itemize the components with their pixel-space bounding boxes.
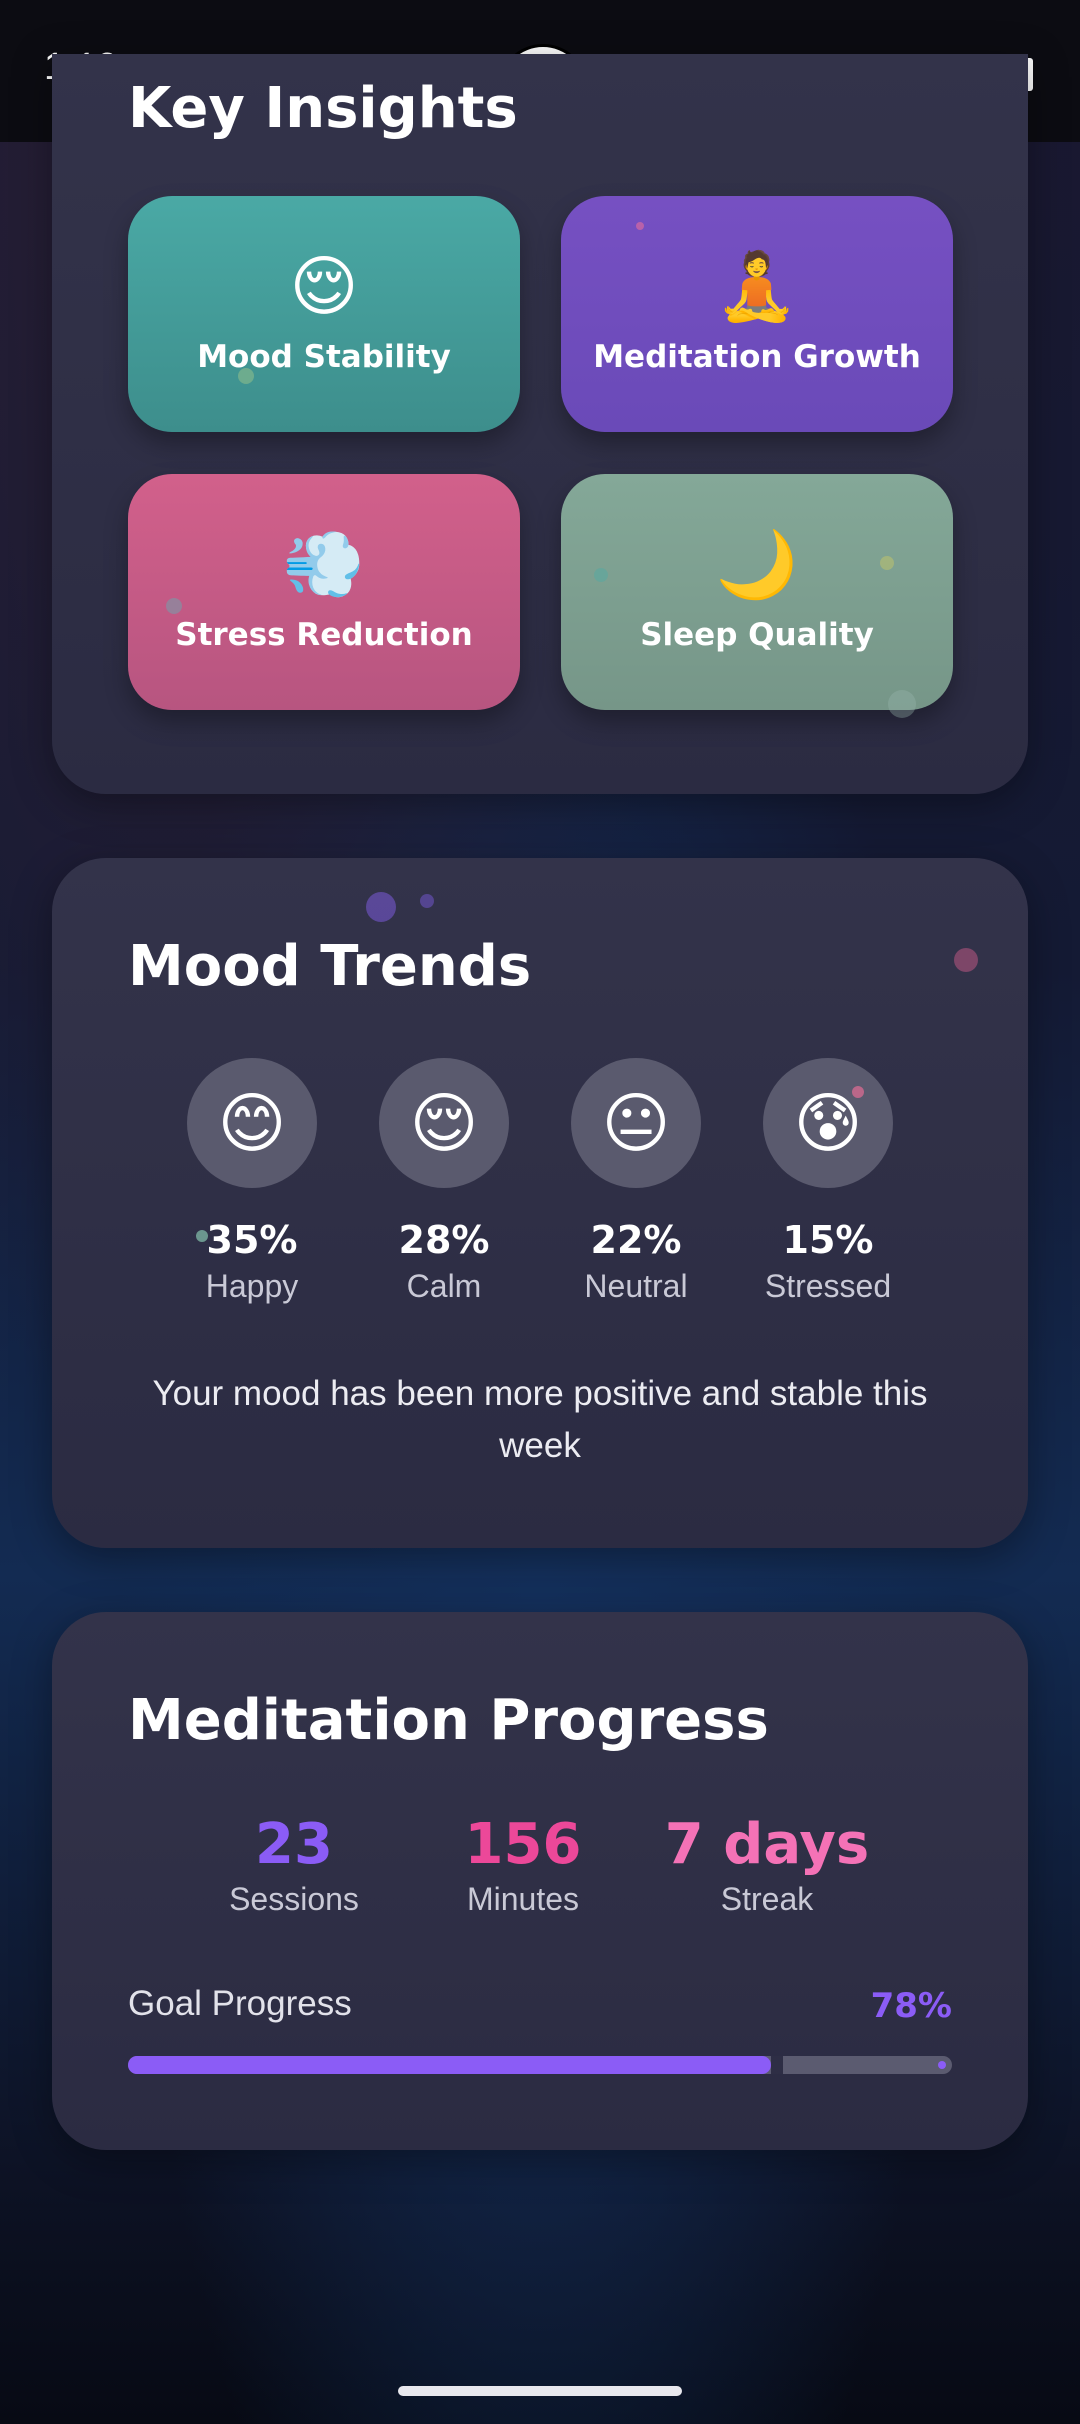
goal-progress-bar: [128, 2056, 952, 2074]
insight-tile-sleep-quality[interactable]: 🌙 Sleep Quality: [561, 474, 953, 710]
stat-minutes: 156 Minutes: [393, 1812, 653, 1918]
insight-tile-stress-reduction[interactable]: 💨 Stress Reduction: [128, 474, 520, 710]
mood-trends-title: Mood Trends: [128, 934, 532, 999]
relieved-face-icon: 😌: [379, 1058, 509, 1188]
insight-tile-mood-stability[interactable]: 😌 Mood Stability: [128, 196, 520, 432]
stat-streak: 7 days Streak: [637, 1812, 897, 1918]
decorative-particle: [238, 368, 254, 384]
key-insights-card: Key Insights 😌 Mood Stability 🧘 Meditati…: [52, 54, 1028, 794]
insight-tile-label: Sleep Quality: [640, 617, 874, 653]
dash-icon: 💨: [282, 527, 366, 601]
mood-label: Calm: [406, 1268, 482, 1304]
goal-progress-end-dot: [938, 2061, 946, 2069]
decorative-particle: [166, 598, 182, 614]
mood-percent: 22%: [590, 1218, 682, 1262]
decorative-particle: [196, 1230, 208, 1242]
moon-icon: 🌙: [715, 527, 799, 601]
insight-tile-meditation-growth[interactable]: 🧘 Meditation Growth: [561, 196, 953, 432]
insight-tile-label: Mood Stability: [197, 339, 451, 375]
home-indicator[interactable]: [398, 2386, 682, 2396]
insight-tile-label: Stress Reduction: [175, 617, 473, 653]
mood-percent: 15%: [782, 1218, 874, 1262]
goal-progress-gap: [771, 2056, 783, 2074]
stat-value: 156: [464, 1812, 582, 1877]
neutral-face-icon: 😐: [571, 1058, 701, 1188]
mood-trends-card: Mood Trends 😊 35% Happy 😌 28% Calm 😐 22%…: [52, 858, 1028, 1548]
mood-percent: 35%: [206, 1218, 298, 1262]
decorative-particle: [594, 568, 608, 582]
key-insights-title: Key Insights: [128, 76, 518, 141]
smiling-face-icon: 😊: [187, 1058, 317, 1188]
relieved-face-icon: 😌: [289, 249, 359, 323]
decorative-particle: [366, 892, 396, 922]
stat-label: Sessions: [229, 1881, 359, 1917]
stat-value: 23: [255, 1812, 333, 1877]
decorative-particle: [888, 690, 916, 718]
insight-tile-label: Meditation Growth: [593, 339, 921, 375]
mood-item-stressed: 😰 15% Stressed: [733, 1058, 923, 1305]
anxious-face-icon: 😰: [763, 1058, 893, 1188]
mood-item-neutral: 😐 22% Neutral: [541, 1058, 731, 1305]
mood-item-calm: 😌 28% Calm: [349, 1058, 539, 1305]
stat-value: 7 days: [664, 1812, 870, 1877]
decorative-particle: [954, 948, 978, 972]
mood-label: Stressed: [764, 1268, 892, 1304]
meditation-icon: 🧘: [715, 249, 799, 323]
mood-label: Neutral: [584, 1268, 688, 1304]
meditation-progress-title: Meditation Progress: [128, 1688, 769, 1753]
decorative-particle: [420, 894, 434, 908]
mood-percent: 28%: [398, 1218, 490, 1262]
mood-item-happy: 😊 35% Happy: [157, 1058, 347, 1305]
goal-progress-fill: [128, 2056, 771, 2074]
decorative-particle: [880, 556, 894, 570]
decorative-particle: [852, 1086, 864, 1098]
goal-progress-label: Goal Progress: [128, 1984, 352, 2023]
mood-label: Happy: [205, 1268, 299, 1304]
stat-label: Streak: [720, 1881, 814, 1917]
stat-sessions: 23 Sessions: [164, 1812, 424, 1918]
goal-progress-percent: 78%: [870, 1986, 952, 2026]
decorative-particle: [636, 222, 644, 230]
stat-label: Minutes: [466, 1881, 580, 1917]
mood-summary-text: Your mood has been more positive and sta…: [152, 1374, 928, 1465]
